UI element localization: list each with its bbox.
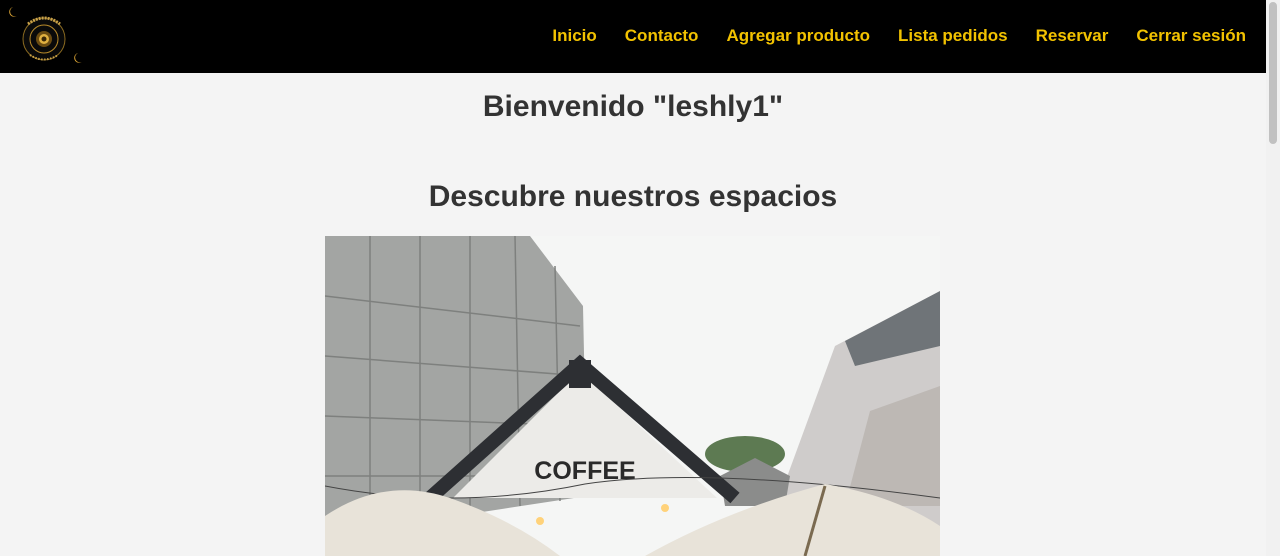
section-title: Descubre nuestros espacios — [428, 180, 838, 213]
scrollbar-thumb[interactable] — [1269, 2, 1277, 144]
nav-contacto[interactable]: Contacto — [625, 26, 699, 46]
coffee-shop-photo-icon: COFFEE — [325, 236, 940, 556]
main-nav: Inicio Contacto Agregar producto Lista p… — [524, 0, 1246, 71]
nav-cerrar-sesion[interactable]: Cerrar sesión — [1136, 26, 1246, 46]
navbar: Inicio Contacto Agregar producto Lista p… — [0, 0, 1266, 73]
nav-agregar-producto[interactable]: Agregar producto — [726, 26, 870, 46]
nav-inicio[interactable]: Inicio — [552, 26, 596, 46]
moonlight-logo-icon[interactable] — [4, 2, 82, 68]
vertical-scrollbar[interactable] — [1266, 0, 1280, 556]
nav-reservar[interactable]: Reservar — [1036, 26, 1109, 46]
nav-lista-pedidos[interactable]: Lista pedidos — [898, 26, 1008, 46]
svg-text:COFFEE: COFFEE — [534, 457, 635, 485]
welcome-heading: Bienvenido "leshly1" — [482, 90, 784, 123]
